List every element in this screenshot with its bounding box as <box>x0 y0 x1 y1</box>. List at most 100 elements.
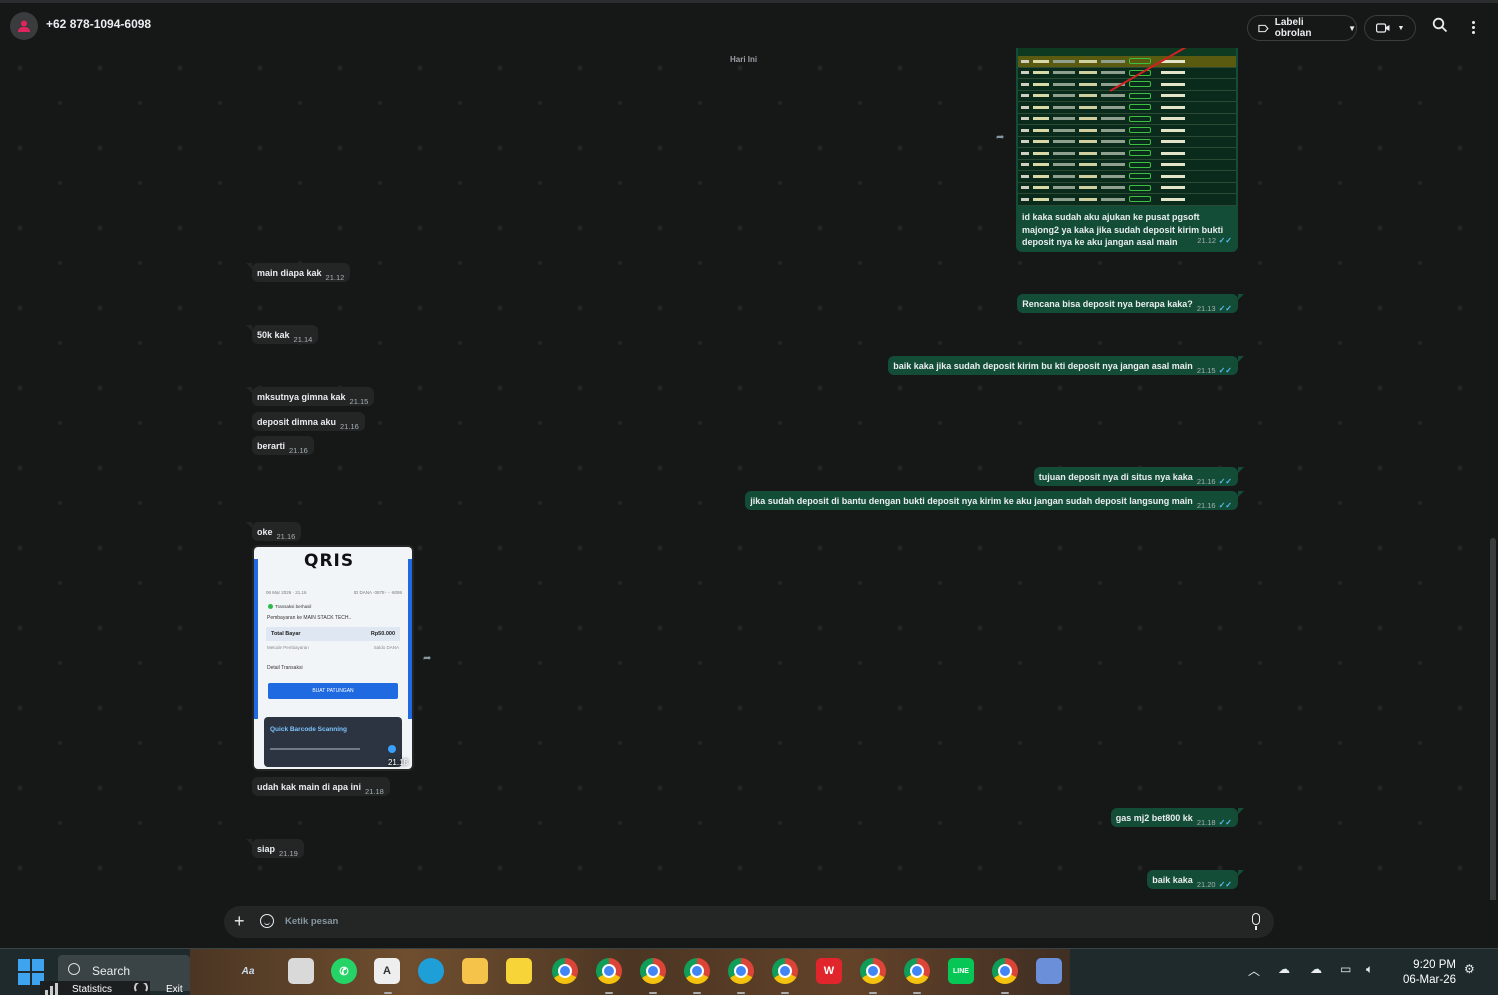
whatsapp-icon[interactable]: ✆ <box>331 958 357 984</box>
message-time: 21.15 <box>349 397 369 406</box>
network-icon[interactable]: ▭ <box>1340 962 1351 976</box>
volume-icon[interactable]: 🔈︎ <box>1366 962 1373 977</box>
label-icon <box>1258 24 1269 32</box>
clock-date: 06-Mar-26 <box>1402 974 1456 986</box>
message-time: 21.18 <box>387 758 408 767</box>
message-out[interactable]: tujuan deposit nya di situs nya kaka 21.1… <box>1033 467 1245 486</box>
message-out[interactable]: baik kaka 21.20 ✓✓ <box>1147 870 1244 889</box>
wps-office-icon[interactable]: W <box>816 958 842 984</box>
label-chat-button[interactable]: Labeli obrolan ▼ <box>1247 15 1357 41</box>
double-check-icon: ✓✓ <box>1218 304 1232 313</box>
image-message[interactable]: id kaka sudah aku ajukan ke pusat pgsoft… <box>1016 48 1238 252</box>
text-editor-icon[interactable]: A <box>374 958 400 984</box>
chevron-up-icon[interactable]: ︿ <box>1248 962 1260 979</box>
message-time: 21.14 <box>293 335 313 344</box>
taskbar-wallpaper <box>190 949 1070 995</box>
message-time: 21.16 <box>1196 477 1216 486</box>
chrome-icon[interactable] <box>552 958 578 984</box>
message-time: 21.16 <box>1196 501 1216 510</box>
statistics-label[interactable]: Statistics <box>72 984 112 995</box>
wallpaper-app-icon[interactable]: Aa <box>226 958 270 984</box>
sticky-notes-icon[interactable] <box>506 958 532 984</box>
chrome-icon[interactable] <box>772 958 798 984</box>
contact-name[interactable]: +62 878-1094-6098 <box>46 17 151 31</box>
message-time: 21.16 <box>276 532 296 541</box>
system-clock[interactable]: 9:20 PM 06-Mar-26 <box>1398 958 1456 988</box>
image-caption: id kaka sudah aku ajukan ke pusat pgsoft… <box>1022 212 1232 247</box>
exit-label[interactable]: Exit <box>166 984 183 995</box>
windows-taskbar: Search Statistics Exit Aa ✆ A W LINE ︿ ☁… <box>0 948 1498 995</box>
message-out[interactable]: gas mj2 bet800 kk 21.18 ✓✓ <box>1110 808 1245 827</box>
message-in[interactable]: mksutnya gimna kak 21.15 <box>245 387 375 406</box>
message-time: 21.16 <box>289 446 308 455</box>
avatar-icon <box>18 20 30 32</box>
chrome-icon[interactable] <box>640 958 666 984</box>
label-chat-text: Labeli obrolan <box>1274 17 1312 39</box>
image-message[interactable]: QRIS 06 Mar 2026 · 21.16 ID DANA ·0878··… <box>252 545 414 771</box>
video-call-icon <box>1375 23 1390 33</box>
attach-plus-icon[interactable]: + <box>234 911 245 931</box>
qris-logo: QRIS <box>304 551 355 571</box>
chrome-icon[interactable] <box>860 958 886 984</box>
menu-button[interactable] <box>1466 17 1480 37</box>
double-check-icon: ✓✓ <box>1218 818 1232 827</box>
clock-time: 9:20 PM <box>1413 959 1456 971</box>
chrome-icon[interactable] <box>728 958 754 984</box>
qris-receipt-image[interactable]: QRIS 06 Mar 2026 · 21.16 ID DANA ·0878··… <box>254 547 412 769</box>
contact-avatar[interactable] <box>10 12 38 40</box>
message-out[interactable]: Rencana bisa deposit nya berapa kaka? 21.… <box>1017 294 1244 313</box>
bar-chart-icon <box>45 983 58 995</box>
search-button[interactable] <box>1432 17 1452 37</box>
forward-icon[interactable]: ➦ <box>996 132 1010 143</box>
onedrive-icon[interactable]: ☁ <box>1278 962 1290 976</box>
edge-icon[interactable] <box>418 958 444 984</box>
double-check-icon: ✓✓ <box>1218 880 1232 889</box>
double-check-icon: ✓✓ <box>1218 236 1232 245</box>
success-status: Transaksi berhasil <box>268 604 311 609</box>
file-explorer-icon[interactable] <box>462 958 488 984</box>
chrome-icon[interactable] <box>684 958 710 984</box>
calculator-icon[interactable] <box>1036 958 1062 984</box>
message-input[interactable]: Ketik pesan <box>285 916 338 927</box>
chrome-icon[interactable] <box>596 958 622 984</box>
search-icon <box>68 963 80 975</box>
message-in[interactable]: oke 21.16 <box>245 522 302 541</box>
double-check-icon: ✓✓ <box>1218 366 1232 375</box>
day-separator: Hari Ini <box>730 55 758 64</box>
message-out[interactable]: jika sudah deposit di bantu dengan bukti… <box>745 491 1244 510</box>
message-in[interactable]: 50k kak 21.14 <box>245 325 319 344</box>
chat-header: +62 878-1094-6098 Labeli obrolan ▼ ▼ <box>0 0 1498 48</box>
task-view-icon[interactable] <box>288 958 314 984</box>
message-composer[interactable]: + Ketik pesan <box>224 906 1274 938</box>
message-in[interactable]: deposit dimna aku 21.16 <box>252 412 365 431</box>
chrome-icon[interactable] <box>992 958 1018 984</box>
message-in[interactable]: udah kak main di apa ini 21.18 <box>252 777 390 796</box>
video-call-button[interactable]: ▼ <box>1364 15 1416 41</box>
scrollbar[interactable] <box>1490 538 1496 938</box>
message-time: 21.20 <box>1196 880 1216 889</box>
cloud-icon[interactable]: ☁ <box>1310 962 1322 976</box>
message-time: 21.12 <box>325 273 345 282</box>
double-check-icon: ✓✓ <box>1218 501 1232 510</box>
forward-icon[interactable]: ➦ <box>423 653 437 664</box>
composer-bar: + Ketik pesan <box>0 900 1498 948</box>
exit-icon <box>134 983 148 992</box>
message-in[interactable]: main diapa kak 21.12 <box>245 263 351 282</box>
notifications-icon[interactable]: ⚙ <box>1464 962 1475 976</box>
sticker-icon[interactable] <box>260 914 274 928</box>
message-in[interactable]: siap 21.19 <box>246 839 304 858</box>
chevron-down-icon: ▼ <box>1397 24 1405 32</box>
microphone-icon[interactable] <box>1252 913 1260 930</box>
message-in[interactable]: berarti 21.16 <box>252 436 314 455</box>
whatsapp-window: +62 878-1094-6098 Labeli obrolan ▼ ▼ Har… <box>0 0 1498 995</box>
message-time: 21.15 <box>1196 366 1216 375</box>
spreadsheet-image[interactable] <box>1018 48 1236 206</box>
message-time: 21.12 <box>1197 236 1217 245</box>
message-time: 21.18 <box>1196 818 1216 827</box>
line-app-icon[interactable]: LINE <box>948 958 974 984</box>
chevron-down-icon: ▼ <box>1348 23 1356 33</box>
chrome-icon[interactable] <box>904 958 930 984</box>
message-out[interactable]: baik kaka jika sudah deposit kirim bu kt… <box>888 356 1244 375</box>
message-time: 21.16 <box>340 422 359 431</box>
message-list[interactable]: Hari Ini id kaka sudah aku ajukan ke pus… <box>0 48 1498 938</box>
